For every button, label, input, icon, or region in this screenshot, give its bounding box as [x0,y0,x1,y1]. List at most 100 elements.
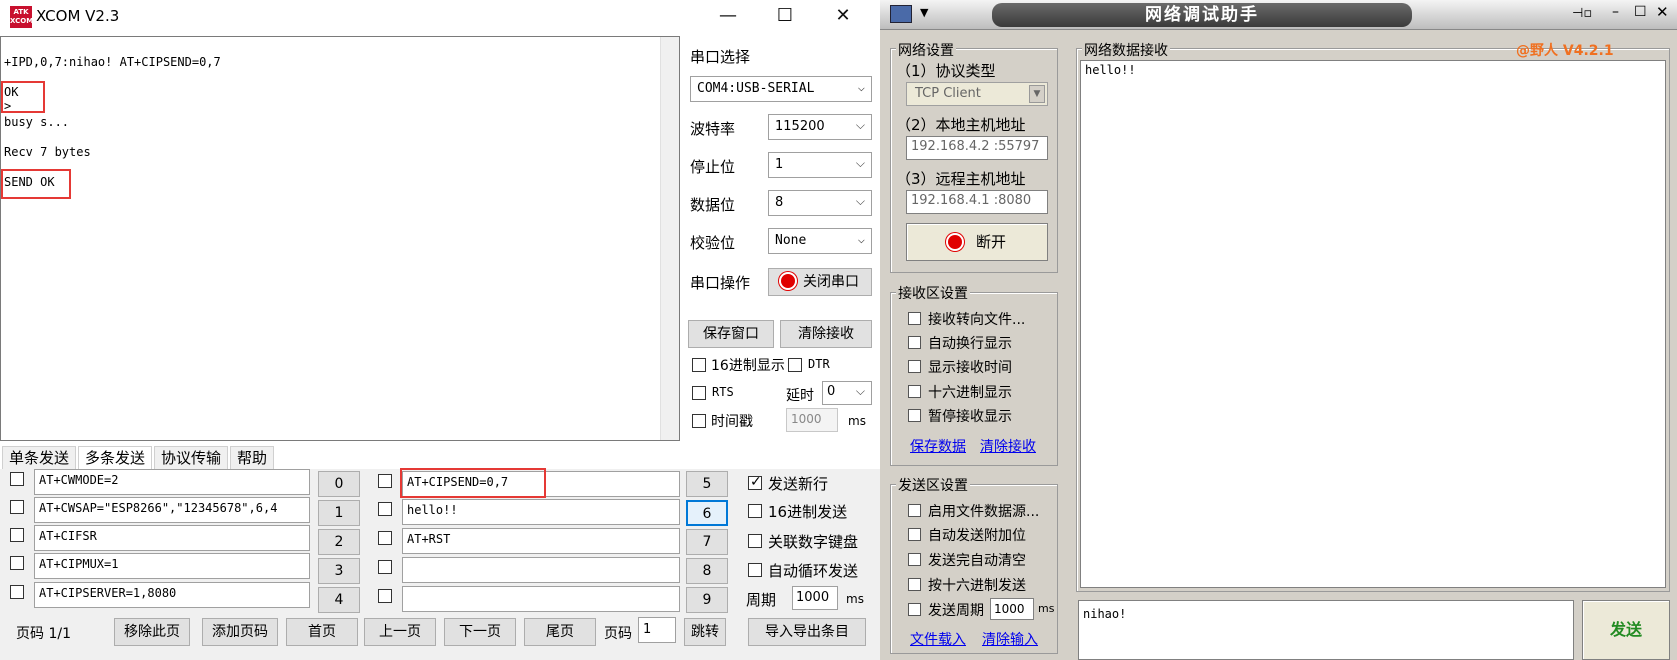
timestamp-input[interactable]: 1000 [786,408,838,432]
clear-recv-link[interactable]: 清除接收 [980,436,1036,456]
pin-icon[interactable]: ⊣▫ [1572,6,1592,21]
baud-select[interactable]: 115200 ⌵ [768,114,872,140]
send-period-checkbox[interactable] [908,603,921,616]
send-period-input[interactable]: 1000 [990,598,1034,620]
hex-send-checkbox[interactable] [908,578,921,591]
multi-send-checkbox[interactable] [378,589,392,603]
multi-send-checkbox[interactable] [10,528,24,542]
multi-send-input[interactable]: AT+CIPMUX=1 [34,553,310,579]
add-page-button[interactable]: 添加页码 [202,618,278,646]
multi-send-checkbox[interactable] [378,474,392,488]
multi-send-checkbox[interactable] [378,560,392,574]
page-input[interactable]: 1 [638,617,676,643]
import-export-button[interactable]: 导入导出条目 [748,618,866,646]
multi-send-button[interactable]: 2 [318,529,360,555]
file-source-checkbox[interactable] [908,504,921,517]
tab-help[interactable]: 帮助 [230,446,275,470]
prev-page-button[interactable]: 上一页 [364,618,436,646]
port-select[interactable]: COM4:USB-SERIAL ⌵ [690,76,872,102]
period-input[interactable]: 1000 [792,586,838,610]
protocol-select[interactable]: TCP Client ▼ [906,82,1048,106]
multi-send-checkbox[interactable] [10,585,24,599]
menu-arrow-icon[interactable]: ▼ [920,6,928,19]
tab-single-send[interactable]: 单条发送 [2,446,77,470]
close-button[interactable]: ✕ [820,0,866,34]
save-window-button[interactable]: 保存窗口 [688,320,774,348]
maximize-button[interactable]: ☐ [762,0,808,34]
close-button[interactable]: ✕ [1656,3,1669,21]
app-menu-icon[interactable] [890,5,912,23]
multi-send-button[interactable]: 8 [686,558,728,584]
multi-send-input[interactable] [402,557,680,583]
maximize-button[interactable]: ☐ [1634,4,1647,20]
xcom-titlebar[interactable]: ATK XCOM XCOM V2.3 — ☐ ✕ [0,0,880,34]
send-text-area[interactable]: nihao! [1078,600,1574,660]
minimize-button[interactable]: — [705,0,751,34]
load-file-link[interactable]: 文件载入 [910,629,966,649]
multi-send-button[interactable]: 5 [686,471,728,497]
delay-select[interactable]: 0 ⌵ [822,381,872,405]
chevron-down-icon: ⌵ [855,156,865,170]
multi-send-input[interactable]: AT+CWSAP="ESP8266","12345678",6,4 [34,497,310,523]
net-titlebar[interactable]: ▼ 网络调试助手 ⊣▫ – ☐ ✕ [880,0,1677,30]
next-page-button[interactable]: 下一页 [444,618,516,646]
remote-host-input[interactable]: 192.168.4.1 :8080 [906,190,1048,214]
send-newline-checkbox[interactable] [748,474,762,490]
multi-send-button[interactable]: 1 [318,500,360,526]
dtr-label: DTR [808,357,830,371]
multi-send-checkbox[interactable] [10,500,24,514]
multi-send-button[interactable]: 7 [686,529,728,555]
rts-checkbox[interactable] [692,386,706,400]
recv-text-area[interactable]: hello!! [1080,60,1666,588]
link-keypad-checkbox[interactable] [748,534,762,548]
clear-receive-button[interactable]: 清除接收 [780,320,872,348]
databits-select[interactable]: 8 ⌵ [768,190,872,216]
tab-protocol[interactable]: 协议传输 [154,446,229,470]
version-label: @野人 V4.2.1 [1516,43,1614,59]
jump-button[interactable]: 跳转 [684,618,726,646]
multi-send-button[interactable]: 6 [686,500,728,526]
disconnect-button[interactable]: 断开 [906,223,1048,261]
multi-send-button[interactable]: 3 [318,558,360,584]
multi-send-input[interactable]: AT+CIPSERVER=1,8080 [34,582,310,608]
multi-send-input[interactable] [402,586,680,612]
auto-loop-checkbox[interactable] [748,563,762,577]
stopbits-select[interactable]: 1 ⌵ [768,152,872,178]
first-page-button[interactable]: 首页 [286,618,358,646]
auto-clear-checkbox[interactable] [908,553,921,566]
last-page-button[interactable]: 尾页 [524,618,596,646]
multi-send-checkbox[interactable] [378,531,392,545]
receive-scrollbar[interactable] [660,37,679,440]
pause-display-checkbox[interactable] [908,409,921,422]
hex-display-checkbox[interactable] [908,385,921,398]
save-data-link[interactable]: 保存数据 [910,436,966,456]
multi-send-input[interactable]: AT+CIFSR [34,525,310,551]
auto-wrap-checkbox[interactable] [908,336,921,349]
clear-input-link[interactable]: 清除输入 [982,629,1038,649]
hex-display-checkbox[interactable] [692,358,706,372]
hex-send-checkbox[interactable] [748,504,762,518]
remove-page-button[interactable]: 移除此页 [114,618,190,646]
parity-select[interactable]: None ⌵ [768,228,872,254]
close-port-button[interactable]: 关闭串口 [768,268,872,296]
timestamp-checkbox[interactable] [692,414,706,428]
multi-send-checkbox[interactable] [10,556,24,570]
multi-send-button[interactable]: 9 [686,587,728,613]
multi-send-checkbox[interactable] [378,502,392,516]
append-bit-checkbox[interactable] [908,528,921,541]
multi-send-button[interactable]: 0 [318,471,360,497]
send-button[interactable]: 发送 [1582,600,1670,660]
receive-text-area[interactable]: +IPD,0,7:nihao! AT+CIPSEND=0,7 OK > busy… [0,36,680,441]
multi-send-input[interactable]: AT+CWMODE=2 [34,469,310,495]
minimize-button[interactable]: – [1612,4,1619,20]
tab-multi-send[interactable]: 多条发送 [78,446,153,470]
multi-send-input[interactable]: hello!! [402,499,680,525]
multi-send-checkbox[interactable] [10,472,24,486]
recv-to-file-checkbox[interactable] [908,312,921,325]
show-recv-time-checkbox[interactable] [908,360,921,373]
multi-send-button[interactable]: 4 [318,587,360,613]
local-host-input[interactable]: 192.168.4.2 :55797 [906,136,1048,160]
dtr-checkbox[interactable] [788,358,802,372]
multi-send-input[interactable]: AT+RST [402,528,680,554]
red-led-icon [947,235,962,249]
